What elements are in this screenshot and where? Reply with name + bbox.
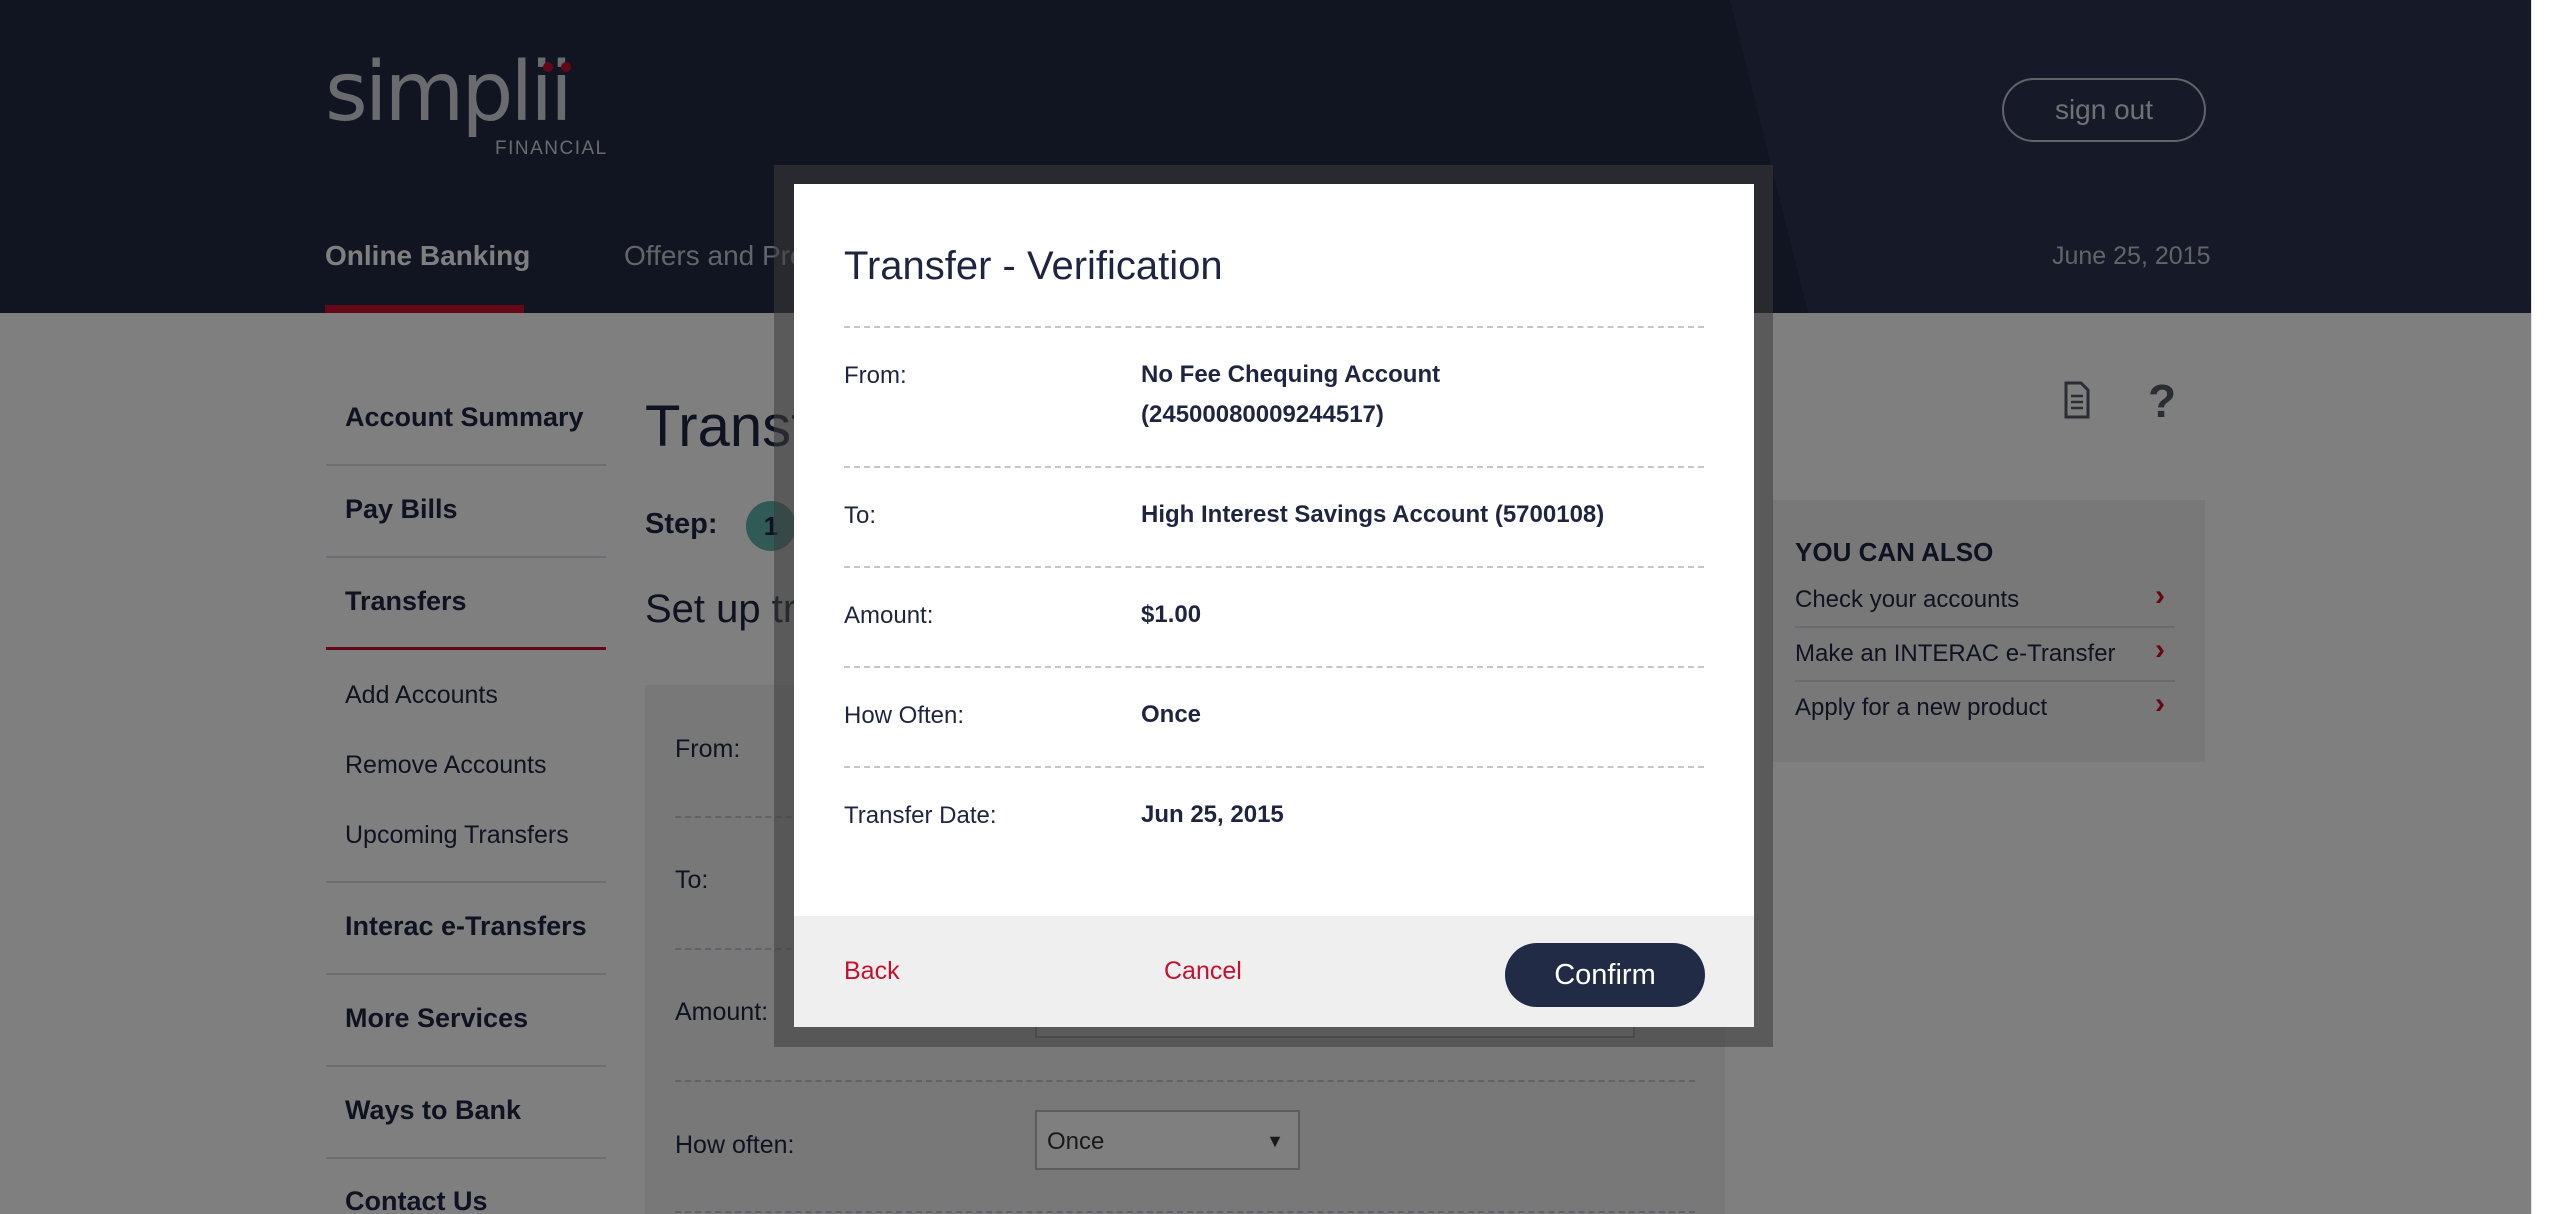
dialog-title: Transfer - Verification <box>844 244 1223 288</box>
cancel-button[interactable]: Cancel <box>1164 957 1242 986</box>
verify-from-label: From: <box>844 362 907 389</box>
verify-how-often-value: Once <box>1141 701 1202 728</box>
from-account-name: No Fee Chequing Account <box>1141 361 1441 388</box>
confirm-button[interactable]: Confirm <box>1505 943 1705 1007</box>
verify-amount-label: Amount: <box>844 602 934 629</box>
verify-to-label: To: <box>844 502 877 529</box>
back-button[interactable]: Back <box>844 957 900 986</box>
dialog-footer: Back Cancel Confirm <box>794 916 1754 1027</box>
dialog-divider <box>844 326 1704 328</box>
verify-to-value: High Interest Savings Account (5700108) <box>1141 501 1605 528</box>
dialog-divider <box>844 766 1704 768</box>
dialog-divider <box>844 466 1704 468</box>
from-account-number: (24500080009244517) <box>1141 401 1384 428</box>
verify-from-value: No Fee Chequing Account (245000800092445… <box>1141 355 1440 435</box>
dialog-divider <box>844 566 1704 568</box>
verify-how-often-label: How Often: <box>844 702 965 729</box>
page-scrollbar[interactable] <box>2531 0 2560 1214</box>
verify-transfer-date-value: Jun 25, 2015 <box>1141 801 1284 828</box>
dialog-divider <box>844 666 1704 668</box>
verify-transfer-date-label: Transfer Date: <box>844 802 997 829</box>
verify-amount-value: $1.00 <box>1141 601 1202 628</box>
transfer-verification-dialog: Transfer - Verification From: No Fee Che… <box>794 184 1754 1027</box>
